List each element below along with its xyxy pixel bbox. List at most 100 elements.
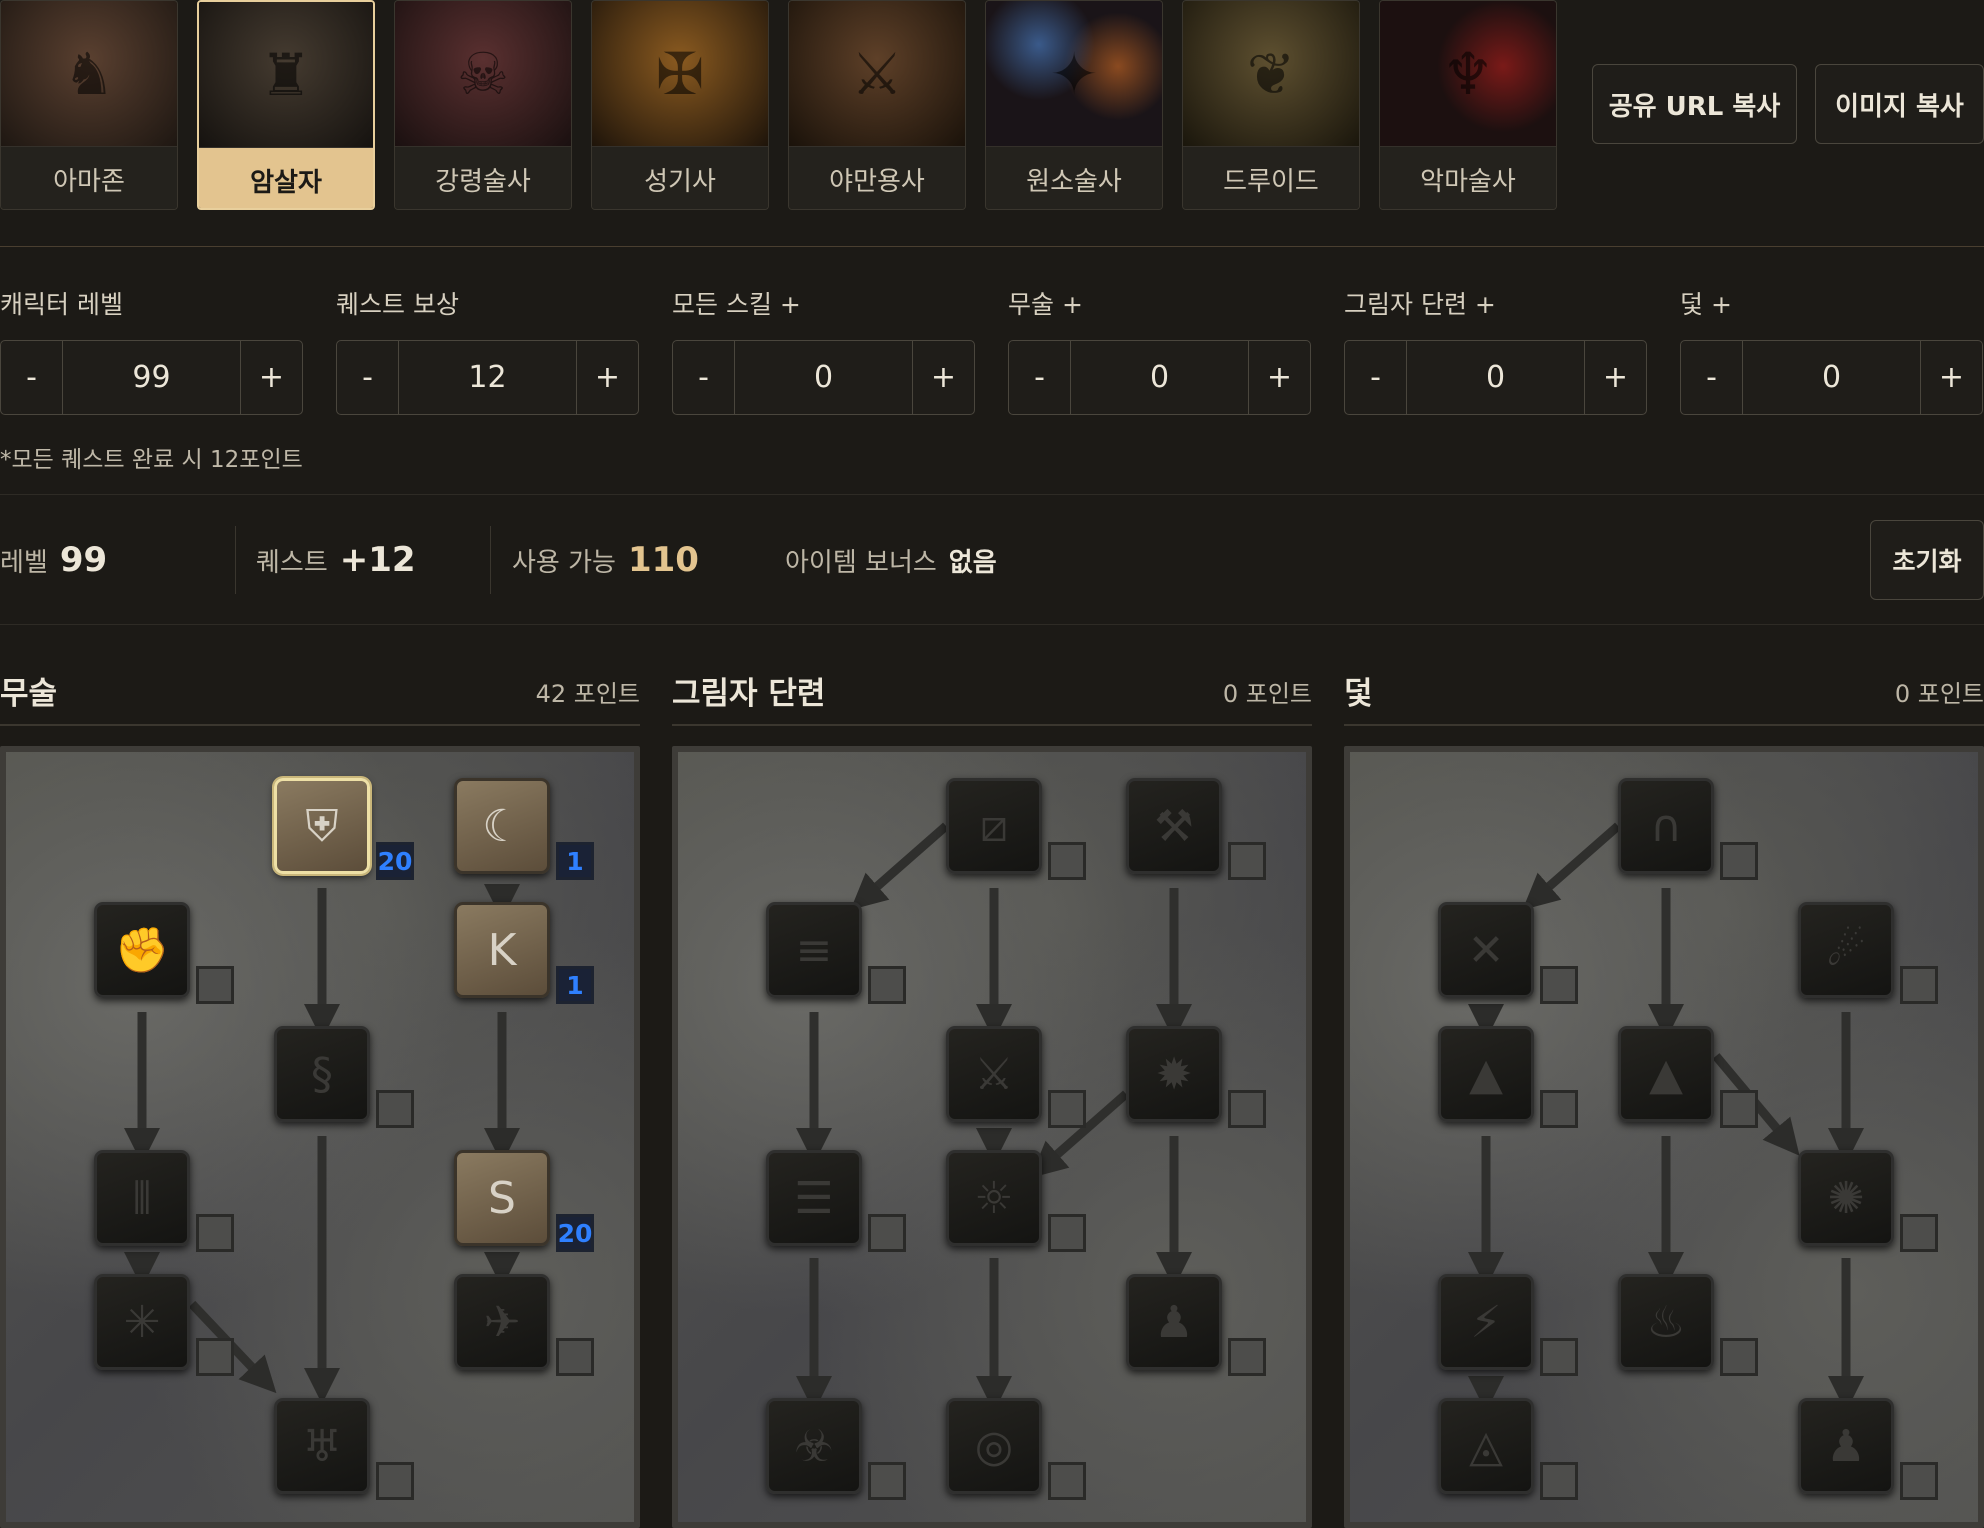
skill-slot[interactable]: ⚡	[1438, 1274, 1534, 1370]
decrement-button[interactable]: -	[337, 341, 399, 414]
skill-slot[interactable]: ≡	[766, 902, 862, 998]
tree-title: 무술	[0, 676, 58, 712]
skill-points	[1900, 1462, 1938, 1500]
mind-blast-icon: ☰	[794, 1172, 834, 1224]
skill-slot[interactable]: ✈	[454, 1274, 550, 1370]
tree-title: 덫	[1344, 676, 1373, 712]
shock-web-icon: ✕	[1467, 924, 1505, 976]
class-label: 아마존	[1, 146, 177, 209]
skill-points: 20	[556, 1214, 594, 1252]
control-traps: 덫 + - 0 +	[1680, 285, 1983, 415]
tree-traps: 덫 0 포인트 ∩ ✕ ☄ ▲ ▲ ✺ ⚡ ♨ ◬ ♟	[1344, 660, 1984, 1528]
skill-slot[interactable]: ✊	[94, 902, 190, 998]
decrement-button[interactable]: -	[1345, 341, 1407, 414]
skill-points	[1720, 842, 1758, 880]
increment-button[interactable]: +	[1920, 341, 1982, 414]
skill-slot[interactable]: ◎	[946, 1398, 1042, 1494]
stepper-value[interactable]: 0	[1743, 341, 1920, 414]
skill-points	[1540, 1338, 1578, 1376]
reset-button[interactable]: 초기화	[1870, 520, 1984, 600]
skill-slot[interactable]: ⧄	[946, 778, 1042, 874]
sorceress-icon: ✦	[986, 1, 1162, 146]
section-divider	[0, 624, 1984, 625]
skill-slot[interactable]: ☼	[946, 1150, 1042, 1246]
stepper-value[interactable]: 12	[399, 341, 576, 414]
skill-slot[interactable]: ✕	[1438, 902, 1534, 998]
tiger-icon: ⛨	[305, 800, 339, 852]
skill-slot[interactable]: ✺	[1798, 1150, 1894, 1246]
class-assassin[interactable]: ♜ 암살자	[197, 0, 375, 210]
class-druid[interactable]: ❦ 드루이드	[1182, 0, 1360, 210]
summary-value: 99	[59, 540, 108, 580]
skill-slot[interactable]: ▲	[1618, 1026, 1714, 1122]
skill-slot[interactable]: ✳	[94, 1274, 190, 1370]
skill-points: 1	[556, 966, 594, 1004]
skill-board: ⧄ ⚒ ≡ ⚔ ✹ ☰ ☼ ♟ ☣ ◎	[672, 746, 1312, 1528]
copy-image-button[interactable]: 이미지 복사	[1815, 64, 1984, 144]
skill-slot[interactable]: ☰	[766, 1150, 862, 1246]
knight-icon: ✠	[592, 1, 768, 146]
skill-slot[interactable]: ♅	[274, 1398, 370, 1494]
class-label: 드루이드	[1183, 146, 1359, 209]
skill-slot[interactable]: ☾	[454, 778, 550, 874]
stepper-value[interactable]: 99	[63, 341, 240, 414]
stepper-value[interactable]: 0	[735, 341, 912, 414]
skill-slot[interactable]: ⚒	[1126, 778, 1222, 874]
stepper-value[interactable]: 0	[1071, 341, 1248, 414]
tree-header: 무술 42 포인트	[0, 660, 640, 724]
decrement-button[interactable]: -	[673, 341, 735, 414]
level-stepper: - 99 +	[0, 340, 303, 415]
increment-button[interactable]: +	[1248, 341, 1310, 414]
control-shadow-disciplines: 그림자 단련 + - 0 +	[1344, 285, 1647, 415]
skill-slot[interactable]: K	[454, 902, 550, 998]
decrement-button[interactable]: -	[1681, 341, 1743, 414]
class-warlock[interactable]: ♆ 악마술사	[1379, 0, 1557, 210]
summary-item-bonus: 아이템 보너스 없음	[785, 510, 997, 610]
increment-button[interactable]: +	[912, 341, 974, 414]
skill-points	[1228, 842, 1266, 880]
death-sentry-icon: ◬	[1469, 1420, 1503, 1472]
summary-separator	[490, 526, 491, 594]
summary-value: 110	[627, 540, 699, 580]
skill-slot[interactable]: ☄	[1798, 902, 1894, 998]
skill-points: 1	[556, 842, 594, 880]
skill-slot[interactable]: ⚔	[946, 1026, 1042, 1122]
skill-slot[interactable]: ♟	[1798, 1398, 1894, 1494]
control-label: 그림자 단련 +	[1344, 290, 1496, 319]
increment-button[interactable]: +	[1584, 341, 1646, 414]
blade-sentinel-icon: ☄	[1826, 924, 1866, 976]
points-summary: 레벨 99 퀘스트 +12 사용 가능 110 아이템 보너스 없음 초기화	[0, 510, 1984, 610]
class-amazon[interactable]: ♞ 아마존	[0, 0, 178, 210]
skill-slot[interactable]: ⫴	[94, 1150, 190, 1246]
increment-button[interactable]: +	[240, 341, 302, 414]
increment-button[interactable]: +	[576, 341, 638, 414]
skill-slot[interactable]: ▲	[1438, 1026, 1534, 1122]
class-paladin[interactable]: ✠ 성기사	[591, 0, 769, 210]
skill-points	[1048, 1462, 1086, 1500]
skill-board: ∩ ✕ ☄ ▲ ▲ ✺ ⚡ ♨ ◬ ♟	[1344, 746, 1984, 1528]
copy-url-button[interactable]: 공유 URL 복사	[1592, 64, 1797, 144]
skill-points	[868, 966, 906, 1004]
control-quest-reward: 퀘스트 보상 - 12 +	[336, 285, 639, 415]
skill-slot[interactable]: ✹	[1126, 1026, 1222, 1122]
skill-slot[interactable]: S	[454, 1150, 550, 1246]
skill-slot[interactable]: ♟	[1126, 1274, 1222, 1370]
skill-slot[interactable]: ♨	[1618, 1274, 1714, 1370]
decrement-button[interactable]: -	[1009, 341, 1071, 414]
skill-slot[interactable]: ⛨	[274, 778, 370, 874]
skill-slot[interactable]: ◬	[1438, 1398, 1534, 1494]
summary-label: 레벨	[0, 547, 48, 578]
skill-slot[interactable]: ☣	[766, 1398, 862, 1494]
decrement-button[interactable]: -	[1, 341, 63, 414]
skill-points	[1048, 842, 1086, 880]
stepper-value[interactable]: 0	[1407, 341, 1584, 414]
control-character-level: 캐릭터 레벨 - 99 +	[0, 285, 303, 415]
class-necromancer[interactable]: ☠ 강령술사	[394, 0, 572, 210]
skill-slot[interactable]: §	[274, 1026, 370, 1122]
skill-slot[interactable]: ∩	[1618, 778, 1714, 874]
archer-icon: ♞	[1, 1, 177, 146]
claws-icon: ⫴	[132, 1172, 152, 1224]
class-barbarian[interactable]: ⚔ 야만용사	[788, 0, 966, 210]
class-label: 야만용사	[789, 146, 965, 209]
class-sorceress[interactable]: ✦ 원소술사	[985, 0, 1163, 210]
